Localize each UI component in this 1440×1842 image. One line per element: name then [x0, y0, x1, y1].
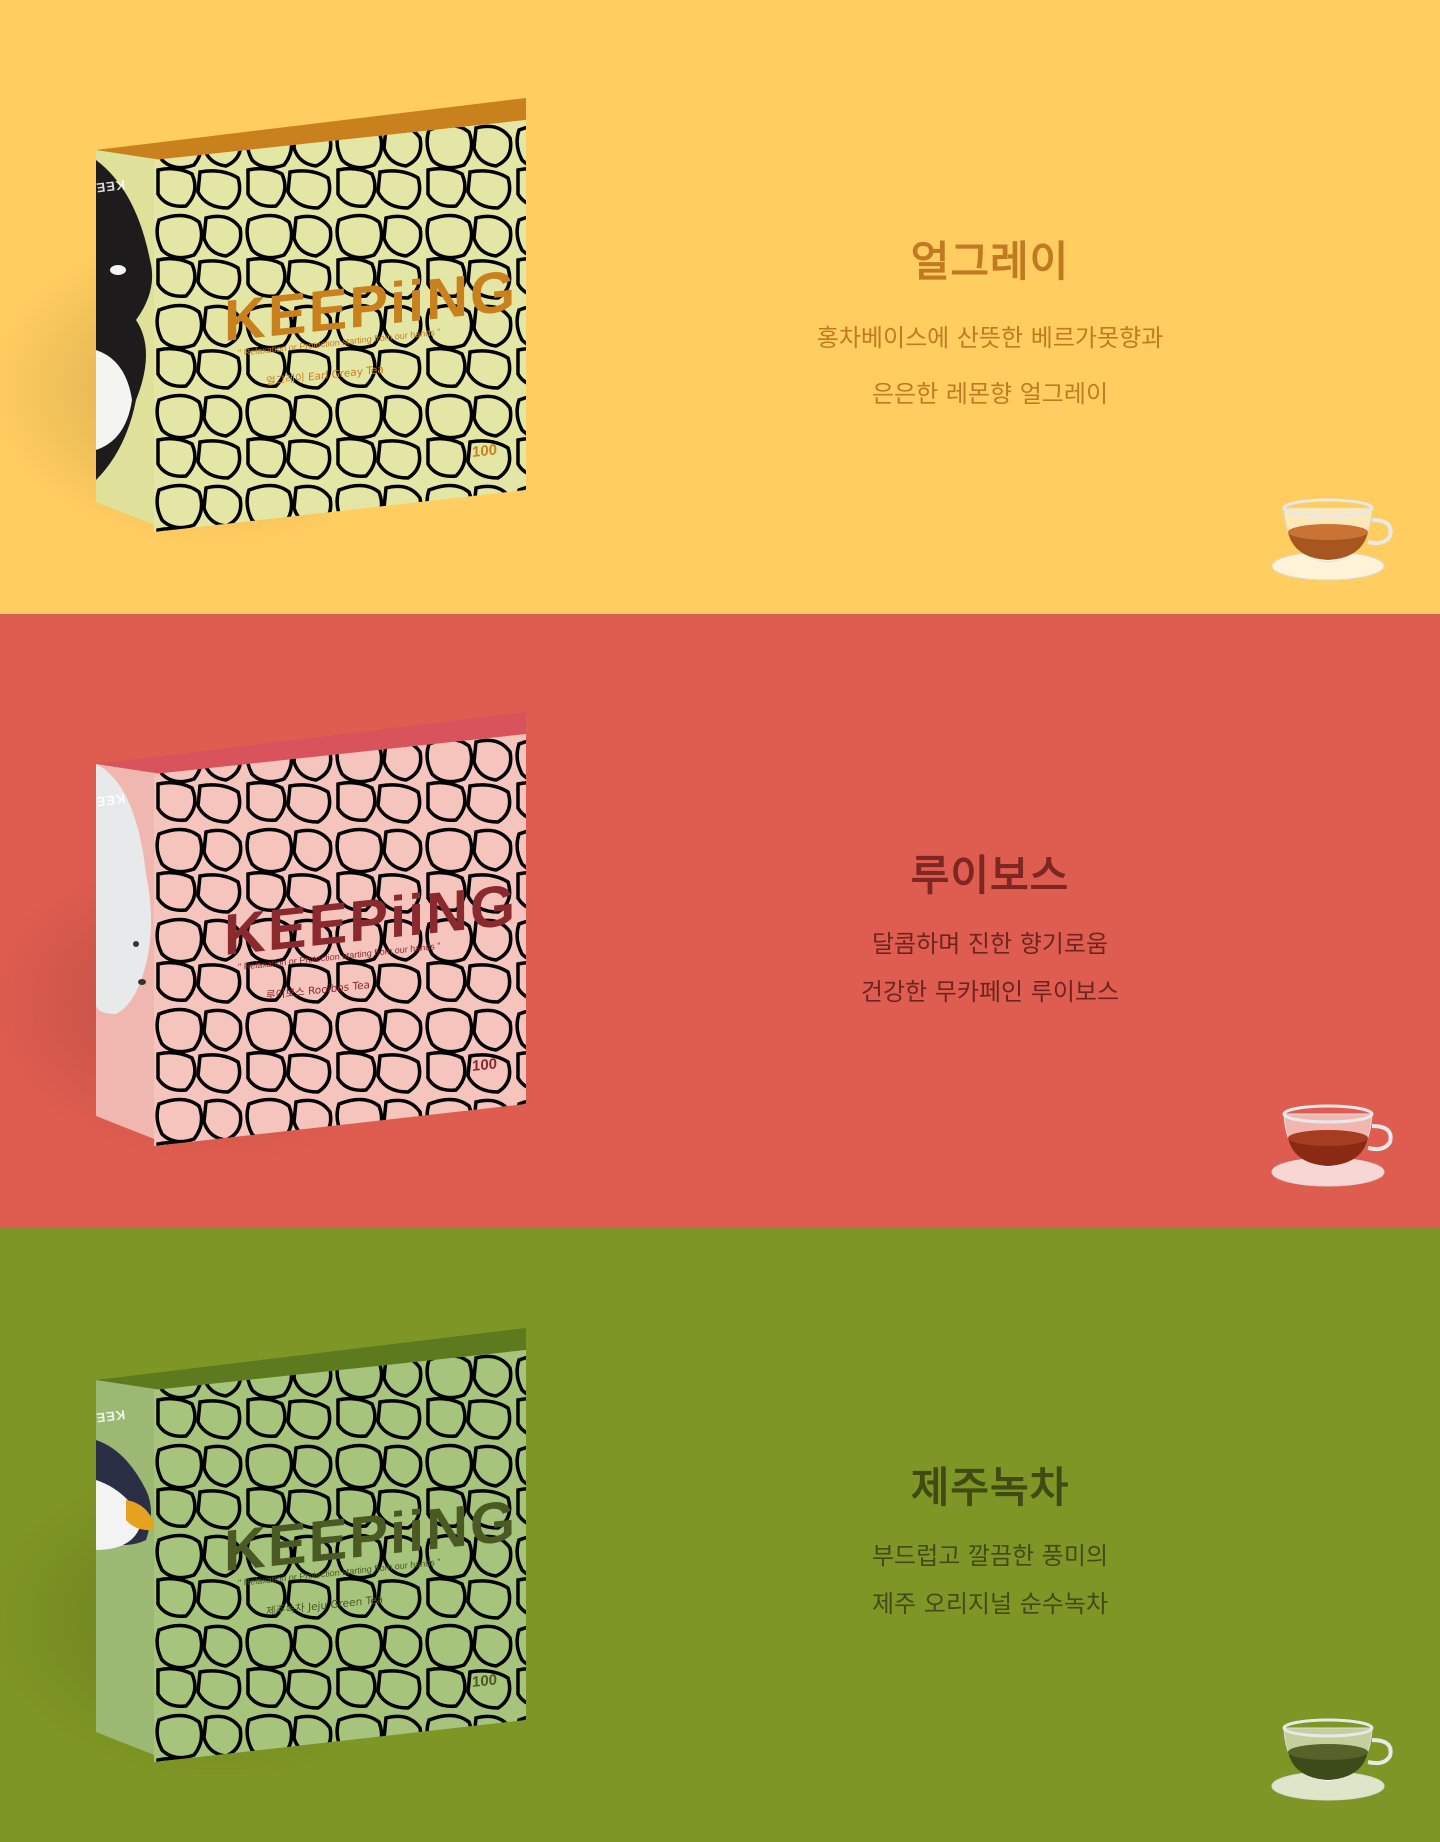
tea-bag-count: 100: [472, 441, 498, 461]
tea-bag-count: 100: [472, 1671, 498, 1691]
box-side: KEEPiiNG: [96, 150, 162, 528]
product-section-rooibos: KEEPiiNG KEEPiiNG " Relaxation or Protec…: [0, 614, 1440, 1228]
orca-icon: [96, 160, 153, 480]
box-front: KEEPiiNG " Relaxation or Protection star…: [154, 120, 526, 532]
tea-box: KEEPiiNG KEEPiiNG " Relaxation or Protec…: [0, 712, 538, 1172]
description-line: 건강한 무카페인 루이보스: [860, 978, 1120, 1006]
box-side: KEEPiiNG: [96, 764, 162, 1142]
product-title: 제주녹차: [910, 1463, 1070, 1512]
tea-box: KEEPiiNG KEEPiiNG " Relaxation or Protec…: [0, 1328, 538, 1788]
product-title: 루이보스: [910, 851, 1070, 900]
polar-bear-icon: [96, 764, 151, 1014]
product-description: 달콤하며 진한 향기로움 건강한 무카페인 루이보스: [760, 920, 1220, 1016]
description-line: 달콤하며 진한 향기로움: [871, 930, 1109, 958]
box-front: KEEPiiNG " Relaxation or Protection star…: [154, 734, 526, 1146]
product-title: 얼그레이: [910, 237, 1070, 286]
box-front: KEEPiiNG " Relaxation or Protection star…: [154, 1350, 526, 1762]
box-side: KEEPiiNG: [96, 1380, 162, 1758]
description-line: 제주 오리지널 순수녹차: [871, 1590, 1109, 1618]
description-line: 홍차베이스에 산뜻한 베르가못향과: [816, 324, 1164, 352]
tea-cup-icon: [1271, 1104, 1393, 1187]
tea-box: KEEPiiNG KEEPiiNG " Relaxation or Protec…: [0, 98, 538, 558]
product-section-jeju-green-tea: KEEPiiNG KEEPiiNG " Relaxation or Protec…: [0, 1228, 1440, 1842]
penguin-icon: [96, 1440, 156, 1550]
tea-cup-icon: [1271, 1718, 1393, 1801]
description-line: 부드럽고 깔끔한 풍미의: [871, 1542, 1109, 1570]
tea-cup-icon: [1271, 498, 1393, 581]
description-line: 은은한 레몬향 얼그레이: [871, 380, 1109, 408]
product-section-earl-grey: KEEPiiNG KEEPiiNG " Relaxation or Protec…: [0, 0, 1440, 614]
product-description: 홍차베이스에 산뜻한 베르가못향과 은은한 레몬향 얼그레이: [760, 310, 1220, 422]
tea-bag-count: 100: [472, 1055, 498, 1075]
product-description: 부드럽고 깔끔한 풍미의 제주 오리지널 순수녹차: [760, 1532, 1220, 1628]
